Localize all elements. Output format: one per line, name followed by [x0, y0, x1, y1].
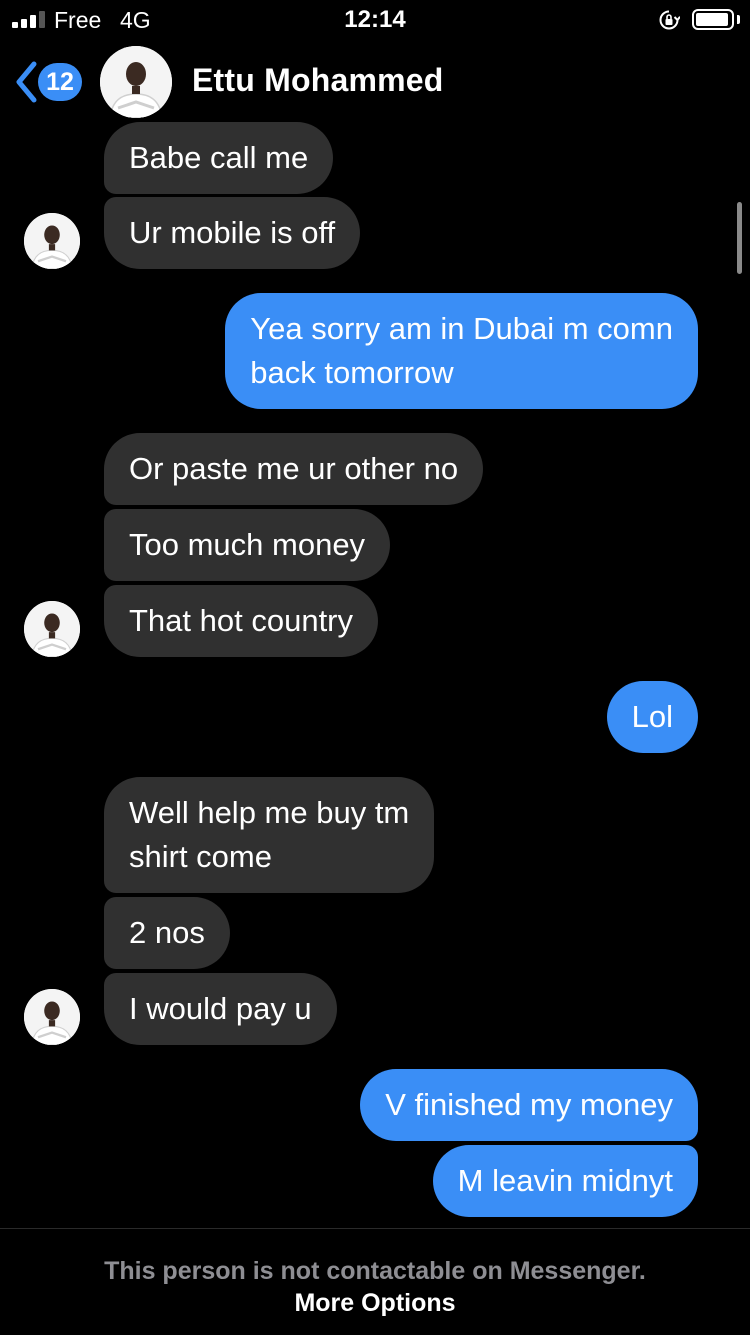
composer-unavailable-footer: This person is not contactable on Messen…: [0, 1228, 750, 1335]
sender-avatar[interactable]: [24, 989, 80, 1045]
person-avatar-icon: [24, 601, 80, 657]
message-bubble-incoming[interactable]: Well help me buy tm shirt come: [104, 777, 435, 893]
sender-avatar[interactable]: [24, 601, 80, 657]
message-bubble-incoming[interactable]: Too much money: [104, 509, 391, 581]
person-avatar-icon: [24, 989, 80, 1045]
scroll-indicator[interactable]: [737, 202, 742, 274]
sender-avatar[interactable]: [24, 213, 80, 269]
message-bubble-incoming[interactable]: 2 nos: [104, 897, 230, 969]
message-bubble-outgoing[interactable]: M leavin midnyt: [432, 1145, 698, 1217]
person-avatar-icon: [100, 46, 172, 118]
message-bubble-outgoing[interactable]: Yea sorry am in Dubai m comn back tomorr…: [225, 293, 698, 409]
person-avatar-icon: [24, 213, 80, 269]
status-time: 12:14: [344, 6, 406, 33]
status-bar: Free 4G 12:14: [0, 0, 750, 40]
chevron-left-icon: [16, 61, 37, 103]
not-contactable-notice: This person is not contactable on Messen…: [104, 1257, 646, 1285]
orientation-lock-icon: [659, 10, 680, 30]
message-bubble-incoming[interactable]: Ur mobile is off: [104, 197, 361, 269]
message-bubble-incoming[interactable]: That hot country: [104, 585, 379, 657]
battery-icon: [692, 9, 734, 30]
more-options-button[interactable]: More Options: [0, 1289, 750, 1318]
contact-name[interactable]: Ettu Mohammed: [192, 62, 444, 99]
back-button[interactable]: 12: [14, 58, 86, 106]
contact-avatar[interactable]: [100, 46, 172, 118]
message-bubble-outgoing[interactable]: Lol: [606, 681, 698, 753]
message-bubble-incoming[interactable]: Babe call me: [104, 122, 334, 194]
message-bubble-incoming[interactable]: Or paste me ur other no: [104, 433, 484, 505]
message-bubble-outgoing[interactable]: V finished my money: [360, 1069, 698, 1141]
conversation-header: 12 Ettu Mohammed: [0, 40, 750, 128]
unread-count-badge: 12: [38, 63, 82, 101]
message-bubble-incoming[interactable]: I would pay u: [104, 973, 337, 1045]
